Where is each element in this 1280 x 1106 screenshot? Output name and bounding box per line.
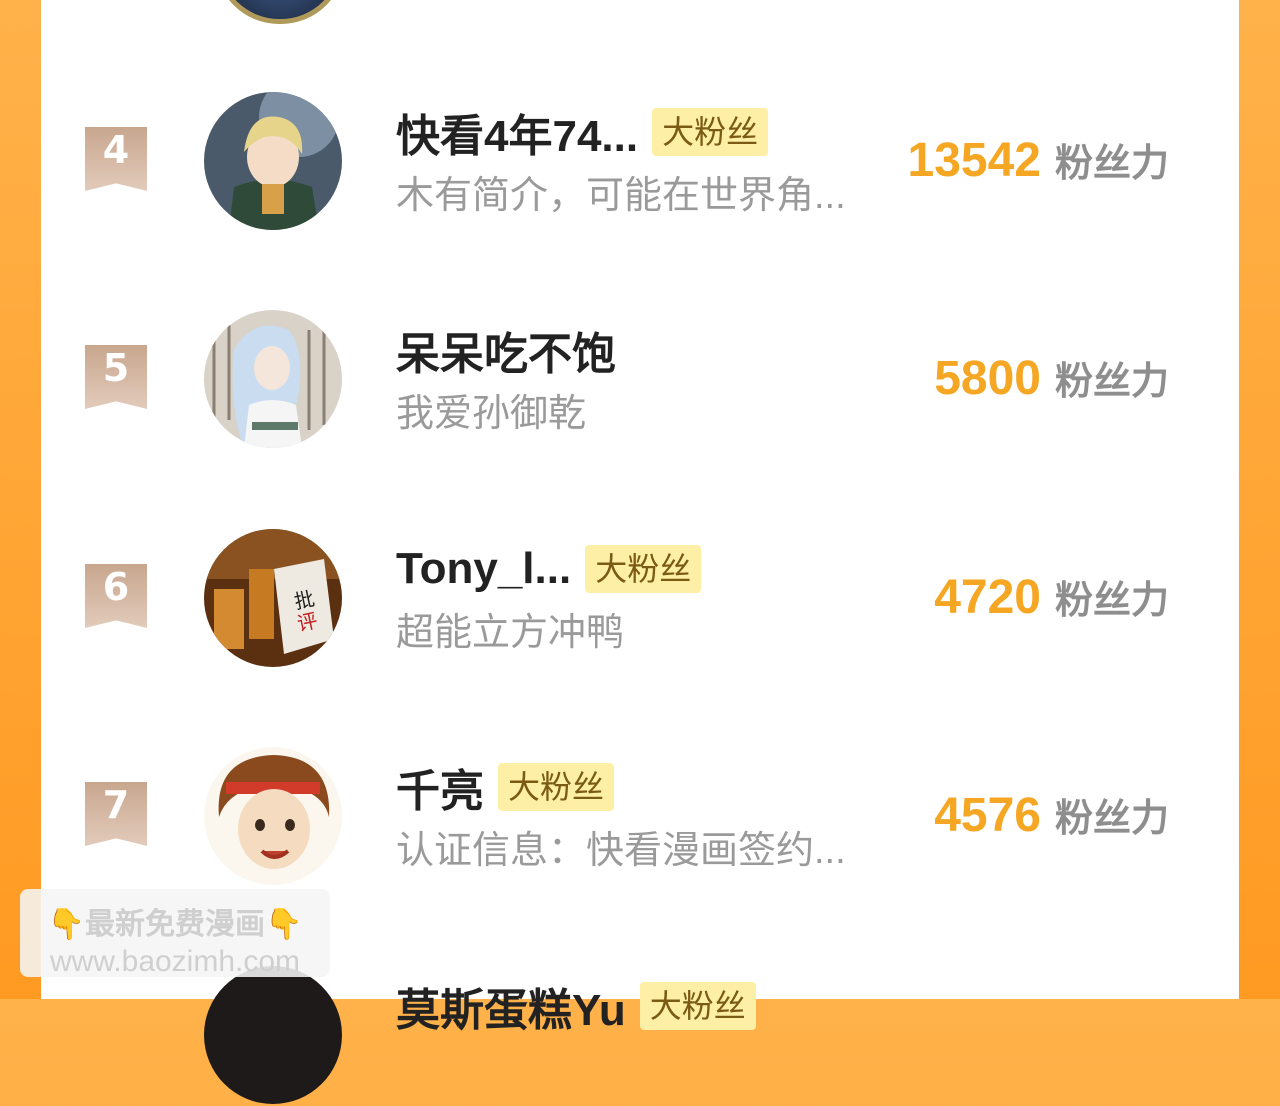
fan-power: 4720 粉丝力 (934, 569, 1169, 625)
username[interactable]: 呆呆吃不饱 (396, 318, 616, 382)
pointing-down-icon: 👇 (265, 908, 303, 941)
fan-power: 13542 粉丝力 (908, 132, 1170, 188)
pointing-down-icon: 👇 (47, 908, 85, 941)
fan-power-unit: 粉丝力 (1054, 798, 1169, 840)
rank-tag: 7 (85, 782, 147, 846)
fan-badge: 大粉丝 (498, 763, 615, 811)
fan-power-value: 5800 (934, 352, 1041, 405)
rank-tag: 4 (85, 127, 147, 191)
fan-power-unit: 粉丝力 (1054, 580, 1169, 622)
user-avatar[interactable] (204, 747, 342, 885)
user-avatar[interactable]: 批 评 (204, 529, 342, 667)
user-avatar[interactable] (204, 92, 342, 230)
user-bio: 认证信息：快看漫画签约... (396, 830, 846, 872)
username[interactable]: 快看4年74... (396, 100, 638, 164)
username[interactable]: 莫斯蛋糕Yu (396, 974, 626, 1038)
ranking-row-6[interactable]: 6 批 评 Tony_l... 大粉丝 超能立方冲鸭 4720 粉丝力 (41, 529, 1239, 669)
fan-power-unit: 粉丝力 (1054, 143, 1169, 185)
rank-tag: 5 (85, 345, 147, 409)
user-bio: 超能立方冲鸭 (396, 612, 625, 654)
ranking-row-4[interactable]: 4 快看4年74... 大粉丝 木有简介，可能在世界角... 13542 粉丝力 (41, 92, 1239, 232)
watermark-title: 最新免费漫画 (85, 908, 265, 941)
watermark: 👇最新免费漫画👇 www.baozimh.com (20, 889, 330, 978)
fan-power-value: 4576 (934, 789, 1041, 842)
ranking-row-5[interactable]: 5 呆呆吃不饱 我爱孙御乾 5800 粉丝力 (41, 310, 1239, 450)
fan-power-value: 13542 (907, 134, 1041, 187)
fan-power-value: 4720 (934, 571, 1041, 624)
user-avatar[interactable] (204, 310, 342, 448)
ranking-row-7[interactable]: 7 千亮 大粉丝 认证信息：快看漫画签约... 4576 粉丝力 (41, 747, 1239, 887)
fan-power: 5800 粉丝力 (934, 350, 1169, 406)
user-bio: 木有简介，可能在世界角... (396, 175, 846, 217)
fan-badge: 大粉丝 (585, 545, 702, 593)
watermark-url: www.baozimh.com (49, 945, 301, 978)
user-bio: 我爱孙御乾 (396, 393, 587, 435)
fan-power-unit: 粉丝力 (1054, 361, 1169, 403)
fan-power: 4576 粉丝力 (934, 787, 1169, 843)
user-avatar[interactable] (204, 966, 342, 1104)
fan-badge: 大粉丝 (652, 108, 769, 156)
username[interactable]: 千亮 (396, 755, 484, 819)
ranking-row-8[interactable]: 莫斯蛋糕Yu 大粉丝 (41, 966, 1239, 1106)
rank-tag: 6 (85, 564, 147, 628)
username[interactable]: Tony_l... (396, 544, 571, 594)
fan-badge: 大粉丝 (639, 982, 756, 1030)
